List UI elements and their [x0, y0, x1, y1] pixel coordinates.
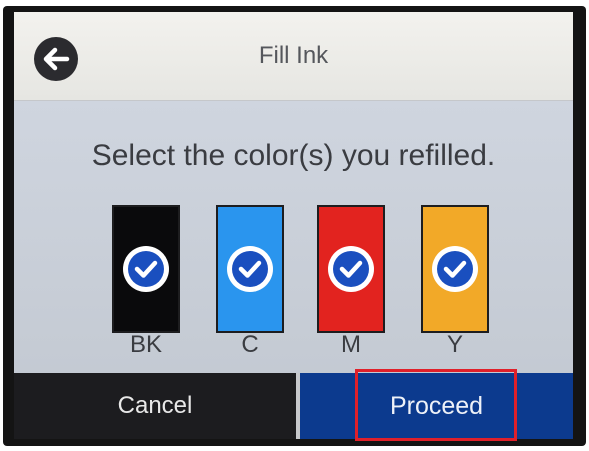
- photo-background: Fill Ink Select the color(s) you refille…: [0, 0, 589, 451]
- instruction-text: Select the color(s) you refilled.: [91, 139, 496, 172]
- cancel-button[interactable]: Cancel: [14, 373, 296, 439]
- footer-bar: Cancel Proceed: [14, 373, 573, 439]
- ink-yellow-label: Y: [446, 331, 463, 358]
- ink-cyan-swatch[interactable]: [216, 205, 284, 333]
- ink-black-swatch[interactable]: [112, 205, 180, 333]
- proceed-label: Proceed: [389, 392, 484, 420]
- header-bar: Fill Ink: [14, 12, 573, 101]
- ink-magenta-swatch[interactable]: [317, 205, 385, 333]
- proceed-button[interactable]: Proceed: [300, 373, 573, 439]
- ink-magenta-label: M: [341, 331, 361, 358]
- ink-yellow-swatch[interactable]: [421, 205, 489, 333]
- checkmark-icon: [123, 246, 169, 292]
- ink-black-label: BK: [129, 331, 162, 358]
- checkmark-icon: [432, 246, 478, 292]
- ink-cyan-label: C: [241, 331, 259, 358]
- back-button[interactable]: [34, 37, 78, 81]
- back-arrow-icon: [43, 47, 70, 71]
- page-title: Fill Ink: [258, 42, 329, 69]
- selection-panel: Select the color(s) you refilled. BK C M: [14, 101, 573, 373]
- checkmark-icon: [328, 246, 374, 292]
- printer-screen: Fill Ink Select the color(s) you refille…: [14, 12, 573, 439]
- checkmark-icon: [227, 246, 273, 292]
